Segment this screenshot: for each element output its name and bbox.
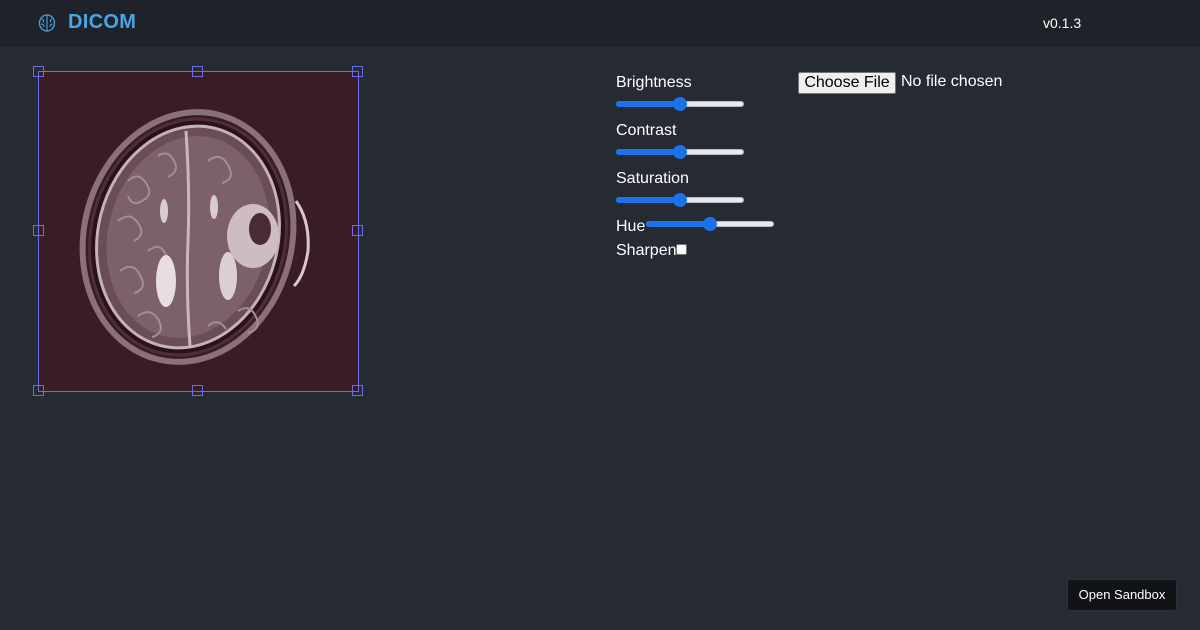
hue-slider[interactable] [646,217,774,231]
sharpen-checkbox[interactable] [676,244,687,255]
contrast-label: Contrast [616,122,677,139]
contrast-slider[interactable] [616,145,744,159]
hue-label: Hue [616,218,646,235]
crop-handle-top-right[interactable] [352,66,363,77]
brightness-slider[interactable] [616,97,744,111]
crop-handle-bottom-center[interactable] [192,385,203,396]
crop-handle-middle-right[interactable] [352,225,363,236]
saturation-slider[interactable] [616,193,744,207]
choose-file-button[interactable]: Choose File [798,72,896,94]
image-viewer[interactable] [38,71,358,391]
file-status-text: No file chosen [901,73,1003,90]
app-title: DICOM [68,11,137,33]
app-header: DICOM v0.1.3 [0,0,1200,47]
crop-handle-bottom-right[interactable] [352,385,363,396]
open-sandbox-button[interactable]: Open Sandbox [1067,579,1177,611]
saturation-label: Saturation [616,170,689,187]
crop-handle-middle-left[interactable] [33,225,44,236]
crop-handle-bottom-left[interactable] [33,385,44,396]
crop-handle-top-left[interactable] [33,66,44,77]
brain-icon [38,14,56,32]
crop-handle-top-center[interactable] [192,66,203,77]
mri-brain-image [79,109,310,365]
sharpen-label: Sharpen [616,242,677,259]
version-label: v0.1.3 [1043,15,1082,31]
brightness-label: Brightness [616,74,692,91]
